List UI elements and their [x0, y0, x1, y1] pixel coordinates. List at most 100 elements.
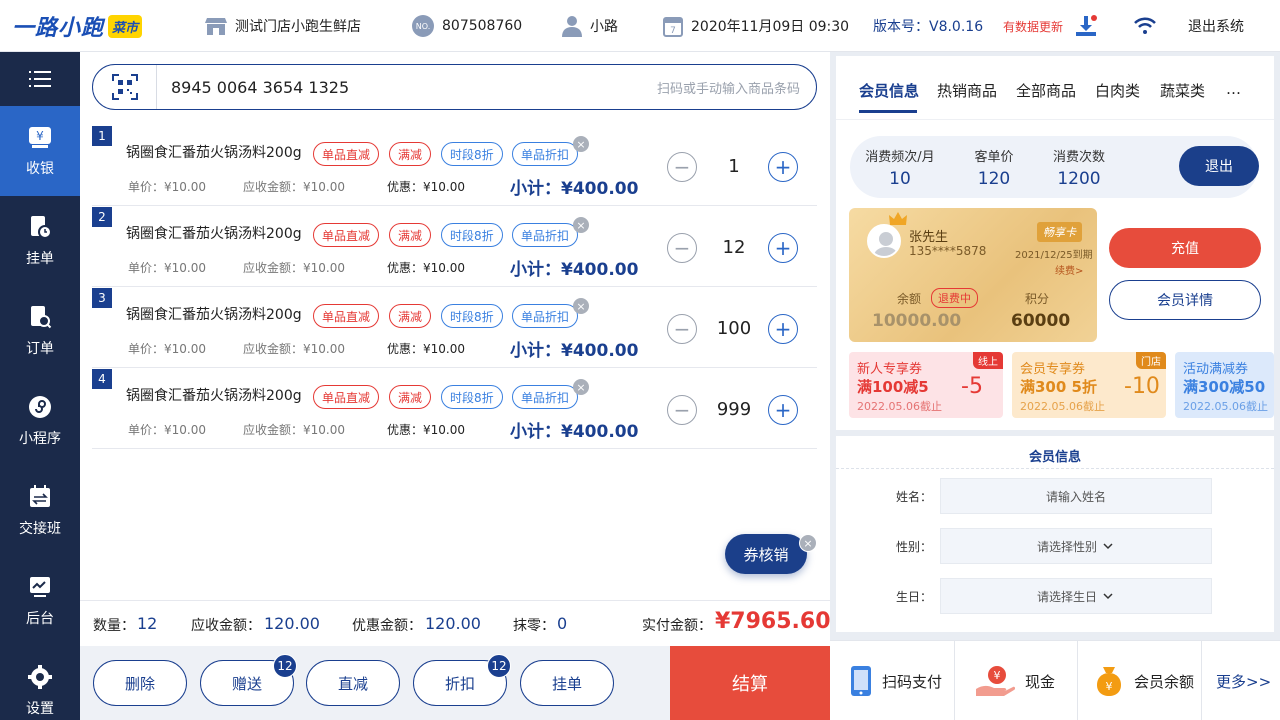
tag-single-discount[interactable]: 单品折扣 [512, 223, 579, 247]
datetime-value: 2020年11月09日 09:30 [691, 19, 850, 35]
gender-label: 性别： [896, 540, 933, 554]
stat-value: 10 [889, 169, 911, 189]
increase-button[interactable]: + [768, 314, 798, 344]
increase-button[interactable]: + [768, 395, 798, 425]
member-exit-button[interactable]: 退出 [1179, 146, 1259, 186]
tab-vegetables[interactable]: 蔬菜类 [1160, 80, 1205, 101]
stat-avg-price: 客单价 120 [964, 146, 1024, 189]
increase-button[interactable]: + [768, 152, 798, 182]
cart-row[interactable]: 1 锅圈食汇番茄火锅汤料200g 单品直减 满减 时段8折 单品折扣 × 单价：… [92, 126, 817, 206]
menu-toggle[interactable] [0, 52, 80, 106]
tag-full-reduce[interactable]: 满减 [389, 385, 432, 409]
pay-more-button[interactable]: 更多>> [1202, 641, 1280, 720]
tag-single-reduce[interactable]: 单品直减 [313, 142, 380, 166]
pay-cash-button[interactable]: ¥ 现金 [955, 641, 1078, 720]
sidebar-item-hold[interactable]: 挂单 [0, 196, 80, 286]
gender-select[interactable]: 请选择性别 [940, 528, 1212, 564]
scan-qr-icon[interactable] [93, 65, 157, 109]
remove-tag-icon[interactable]: × [573, 298, 589, 314]
remove-tag-icon[interactable]: × [573, 217, 589, 233]
tab-hot-products[interactable]: 热销商品 [937, 80, 997, 101]
points-value: 60000 [1011, 311, 1071, 331]
cart-row[interactable]: 2 锅圈食汇番茄火锅汤料200g 单品直减 满减 时段8折 单品折扣 × 单价：… [92, 207, 817, 287]
cart-row[interactable]: 4 锅圈食汇番茄火锅汤料200g 单品直减 满减 时段8折 单品折扣 × 单价：… [92, 369, 817, 449]
sidebar-item-orders[interactable]: 订单 [0, 286, 80, 376]
tab-white-meat[interactable]: 白肉类 [1095, 80, 1140, 101]
stat-label: 消费次数 [1052, 150, 1105, 165]
tag-time-discount[interactable]: 时段8折 [441, 223, 503, 247]
delete-button[interactable]: 删除 [93, 660, 187, 706]
tag-full-reduce[interactable]: 满减 [389, 223, 432, 247]
quantity-value: 1 [728, 156, 740, 177]
quantity-value: 12 [722, 237, 746, 258]
hold-order-button[interactable]: 挂单 [520, 660, 614, 706]
receivable-amount: 应收金额：¥10.00 [243, 261, 345, 275]
sidebar-item-backend[interactable]: 后台 [0, 556, 80, 646]
renew-link[interactable]: 续费> [1055, 262, 1083, 277]
tag-single-reduce[interactable]: 单品直减 [313, 223, 380, 247]
cart-area: 扫码或手动输入商品条码 1 锅圈食汇番茄火锅汤料200g 单品直减 满减 时段8… [80, 52, 831, 720]
svg-text:¥: ¥ [994, 669, 1001, 682]
pay-balance-button[interactable]: ¥ 会员余额 [1078, 641, 1202, 720]
subtotal: 小计：¥400.00 [510, 422, 639, 442]
decrease-button[interactable]: − [667, 395, 697, 425]
increase-button[interactable]: + [768, 233, 798, 263]
discount-amount: 优惠：¥10.00 [387, 342, 465, 356]
name-field[interactable]: 请输入姓名 [940, 478, 1212, 514]
discount-count-badge: 12 [487, 654, 511, 678]
svg-text:NO.: NO. [416, 22, 431, 31]
coupon-title: 活动满减券 [1183, 362, 1249, 377]
tag-full-reduce[interactable]: 满减 [389, 304, 432, 328]
decrease-button[interactable]: − [667, 152, 697, 182]
data-update-link[interactable]: 有数据更新 [1003, 0, 1063, 52]
sidebar-item-label: 交接班 [19, 521, 61, 537]
cart-row[interactable]: 3 锅圈食汇番茄火锅汤料200g 单品直减 满减 时段8折 单品折扣 × 单价：… [92, 288, 817, 368]
points-label: 积分 [1025, 292, 1050, 306]
download-icon [1076, 15, 1097, 36]
receivable-label: 应收金额： [191, 618, 261, 634]
coupon-card[interactable]: 会员专享券 满300 5折 2022.05.06截止 -10 门店 [1012, 352, 1166, 418]
subtotal: 小计：¥400.00 [510, 260, 639, 280]
coupon-verify-button[interactable]: 券核销 [725, 534, 807, 574]
tab-all-products[interactable]: 全部商品 [1016, 80, 1076, 101]
remove-tag-icon[interactable]: × [573, 379, 589, 395]
settle-button[interactable]: 结算 [670, 646, 830, 720]
tag-single-discount[interactable]: 单品折扣 [512, 304, 579, 328]
tag-full-reduce[interactable]: 满减 [389, 142, 432, 166]
sidebar-item-handover[interactable]: 交接班 [0, 466, 80, 556]
tab-more[interactable]: … [1226, 80, 1241, 98]
tag-time-discount[interactable]: 时段8折 [441, 304, 503, 328]
sidebar-item-settings[interactable]: 设置 [0, 646, 80, 720]
barcode-search[interactable]: 扫码或手动输入商品条码 [92, 64, 817, 110]
cash-hand-icon: ¥ [976, 666, 1015, 696]
pay-scan-button[interactable]: 扫码支付 [830, 641, 955, 720]
coupon-card[interactable]: 活动满减券 满300减50 2022.05.06截止 [1175, 352, 1274, 418]
tag-time-discount[interactable]: 时段8折 [441, 385, 503, 409]
remove-tag-icon[interactable]: × [573, 136, 589, 152]
version-label: 版本号：V8.0.16 [873, 19, 984, 35]
sidebar-item-miniprogram[interactable]: 小程序 [0, 376, 80, 466]
tag-single-discount[interactable]: 单品折扣 [512, 142, 579, 166]
tab-member-info[interactable]: 会员信息 [859, 80, 919, 101]
tag-time-discount[interactable]: 时段8折 [441, 142, 503, 166]
member-detail-button[interactable]: 会员详情 [1109, 280, 1261, 320]
decrease-button[interactable]: − [667, 233, 697, 263]
download-button[interactable] [1074, 0, 1106, 52]
direct-reduce-button[interactable]: 直减 [306, 660, 400, 706]
coupon-deadline: 2022.05.06截止 [857, 400, 942, 413]
coupon-card[interactable]: 新人专享券 满100减5 2022.05.06截止 -5 线上 [849, 352, 1003, 418]
decrease-button[interactable]: − [667, 314, 697, 344]
store-number: NO. 807508760 [412, 0, 522, 52]
rounding-value: 0 [557, 614, 568, 633]
summary-bar: 数量： 12 应收金额： 120.00 优惠金额： 120.00 抹零： 0 实… [80, 600, 831, 646]
recharge-button[interactable]: 充值 [1109, 228, 1261, 268]
logout-button[interactable]: 退出系统 [1188, 0, 1244, 52]
birthday-select[interactable]: 请选择生日 [940, 578, 1212, 614]
tag-single-discount[interactable]: 单品折扣 [512, 385, 579, 409]
tag-single-reduce[interactable]: 单品直减 [313, 304, 380, 328]
birthday-placeholder: 请选择生日 [1036, 589, 1097, 604]
sidebar-item-checkout[interactable]: ¥ 收银 [0, 106, 80, 196]
close-icon[interactable]: × [799, 534, 817, 552]
row-number: 3 [92, 288, 112, 308]
tag-single-reduce[interactable]: 单品直减 [313, 385, 380, 409]
